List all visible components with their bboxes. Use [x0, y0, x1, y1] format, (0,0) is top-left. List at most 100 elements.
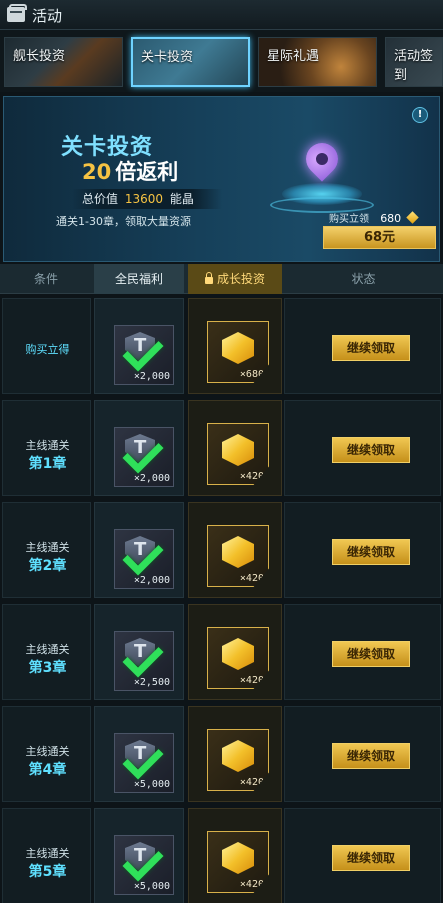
continue-claim-button[interactable]: 继续领取 [332, 743, 410, 769]
activity-tabs: 舰长投资 关卡投资 星际礼遇 活动签到 [0, 30, 443, 92]
free-reward-cell: ×2,000 [94, 502, 184, 598]
condition-chapter: 第1章 [28, 456, 67, 472]
purchase-button[interactable]: 68元 [323, 226, 436, 249]
tab-label: 舰长投资 [13, 49, 66, 64]
crystal-reward-qty: ×420 [239, 675, 264, 686]
condition-text: 购买立得 [25, 343, 70, 356]
free-reward-cell: ×2,000 [94, 400, 184, 496]
status-cell: 继续领取 [284, 502, 441, 598]
energy-crystal-icon [222, 842, 254, 874]
tab-label: 星际礼遇 [267, 49, 320, 64]
total-value: 13600 [124, 192, 164, 206]
condition-cell: 主线通关 第4章 [2, 706, 91, 802]
energy-crystal-icon [222, 434, 254, 466]
energy-crystal-icon [222, 638, 254, 670]
condition-chapter: 第2章 [28, 558, 67, 574]
info-icon[interactable]: ! [412, 107, 428, 123]
tab-activity-signin[interactable]: 活动签到 [385, 37, 443, 87]
crystal-reward-qty: ×420 [239, 573, 264, 584]
total-suffix: 能晶 [169, 192, 194, 206]
reward-item-free[interactable]: ×2,000 [114, 427, 174, 487]
free-reward-cell: ×2,000 [94, 298, 184, 394]
condition-text: 主线通关 [25, 643, 70, 656]
column-free-welfare: 全民福利 [94, 264, 184, 294]
total-prefix: 总价值 [82, 192, 119, 206]
tab-label: 活动签到 [394, 49, 434, 83]
reward-item-crystal[interactable]: ×420 [207, 831, 269, 893]
condition-cell: 主线通关 第2章 [2, 502, 91, 598]
continue-claim-button[interactable]: 继续领取 [332, 845, 410, 871]
tab-stage-investment[interactable]: 关卡投资 [131, 37, 250, 87]
reward-item-crystal[interactable]: ×420 [207, 729, 269, 791]
buy-label: 购买立领 [329, 214, 369, 225]
banner-description: 通关1-30章，领取大量资源 [56, 215, 191, 228]
investment-banner: 关卡投资 20 倍返利 总价值 13600 能晶 通关1-30章，领取大量资源 !… [3, 96, 440, 262]
reward-table-header: 条件 全民福利 成长投资 状态 [0, 264, 443, 294]
buy-reward-line: 购买立领 680 [329, 210, 420, 225]
condition-text: 主线通关 [25, 745, 70, 758]
reward-item-free[interactable]: ×5,000 [114, 835, 174, 895]
reward-item-crystal[interactable]: ×420 [207, 423, 269, 485]
free-reward-qty: ×2,000 [133, 575, 170, 586]
table-row: 主线通关 第3章 ×2,500 ×420 继续领取 [0, 604, 443, 704]
rebate-text: 倍返利 [115, 160, 179, 184]
energy-crystal-icon [222, 332, 254, 364]
continue-claim-button[interactable]: 继续领取 [332, 539, 410, 565]
energy-crystal-icon [406, 211, 420, 224]
free-reward-cell: ×2,500 [94, 604, 184, 700]
free-reward-cell: ×5,000 [94, 808, 184, 903]
tab-label: 关卡投资 [141, 50, 194, 65]
reward-item-crystal[interactable]: ×420 [207, 525, 269, 587]
condition-chapter: 第3章 [28, 660, 67, 676]
condition-text: 主线通关 [25, 439, 70, 452]
continue-claim-button[interactable]: 继续领取 [332, 335, 410, 361]
condition-cell: 主线通关 第1章 [2, 400, 91, 496]
reward-item-free[interactable]: ×2,000 [114, 325, 174, 385]
status-cell: 继续领取 [284, 298, 441, 394]
banner-subtitle: 20 倍返利 [82, 156, 178, 186]
location-pin-icon [299, 136, 345, 182]
table-row: 购买立得 ×2,000 ×680 继续领取 [0, 298, 443, 398]
free-reward-qty: ×2,000 [133, 473, 170, 484]
total-value-line: 总价值 13600 能晶 [72, 189, 222, 209]
table-row: 主线通关 第1章 ×2,000 ×420 继续领取 [0, 400, 443, 500]
tab-interstellar-gift[interactable]: 星际礼遇 [258, 37, 377, 87]
status-cell: 继续领取 [284, 808, 441, 903]
growth-reward-cell: ×420 [188, 502, 282, 598]
condition-text: 主线通关 [25, 541, 70, 554]
crystal-reward-qty: ×680 [239, 369, 264, 380]
reward-item-crystal[interactable]: ×680 [207, 321, 269, 383]
condition-chapter: 第4章 [28, 762, 67, 778]
reward-item-crystal[interactable]: ×420 [207, 627, 269, 689]
table-row: 主线通关 第4章 ×5,000 ×420 继续领取 [0, 706, 443, 806]
status-cell: 继续领取 [284, 706, 441, 802]
reward-item-free[interactable]: ×5,000 [114, 733, 174, 793]
growth-label: 成长投资 [216, 272, 265, 286]
page-title: 活动 [32, 7, 63, 25]
continue-claim-button[interactable]: 继续领取 [332, 437, 410, 463]
free-reward-qty: ×5,000 [133, 881, 170, 892]
table-row: 主线通关 第2章 ×2,000 ×420 继续领取 [0, 502, 443, 602]
briefcase-icon [7, 4, 27, 22]
table-row: 主线通关 第5章 ×5,000 ×420 继续领取 [0, 808, 443, 903]
condition-chapter: 第5章 [28, 864, 67, 880]
column-condition: 条件 [33, 272, 58, 286]
growth-reward-cell: ×420 [188, 400, 282, 496]
condition-cell: 主线通关 第5章 [2, 808, 91, 903]
tab-captain-investment[interactable]: 舰长投资 [4, 37, 123, 87]
free-reward-qty: ×5,000 [133, 779, 170, 790]
reward-item-free[interactable]: ×2,500 [114, 631, 174, 691]
growth-reward-cell: ×420 [188, 808, 282, 903]
continue-claim-button[interactable]: 继续领取 [332, 641, 410, 667]
free-reward-cell: ×5,000 [94, 706, 184, 802]
buy-amount: 680 [380, 212, 402, 225]
reward-item-free[interactable]: ×2,000 [114, 529, 174, 589]
rebate-multiplier: 20 [82, 160, 112, 184]
free-reward-qty: ×2,500 [133, 677, 170, 688]
growth-reward-cell: ×680 [188, 298, 282, 394]
condition-text: 主线通关 [25, 847, 70, 860]
growth-reward-cell: ×420 [188, 604, 282, 700]
crystal-reward-qty: ×420 [239, 777, 264, 788]
free-reward-qty: ×2,000 [133, 371, 170, 382]
column-status: 状态 [351, 272, 376, 286]
